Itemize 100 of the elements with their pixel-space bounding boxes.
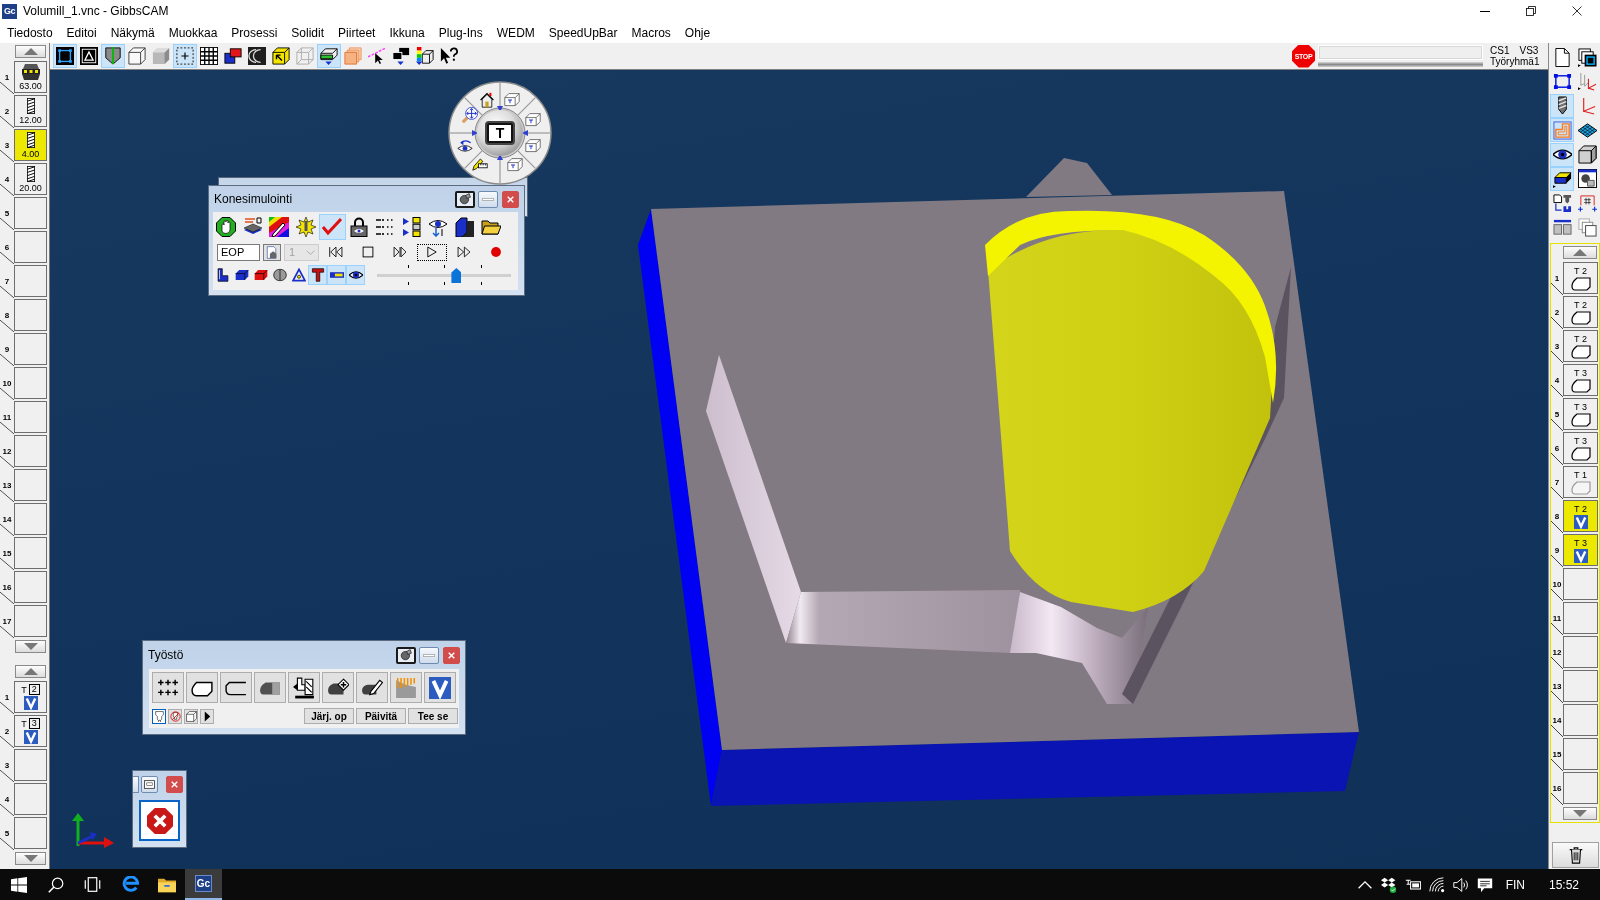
pencil-ruler-icon[interactable]	[472, 155, 488, 171]
toolbar-button[interactable]	[125, 44, 149, 68]
scroll-down-button[interactable]	[1563, 807, 1597, 821]
process-slot[interactable]: T 3	[14, 715, 47, 747]
taskbar-app-button[interactable]: Gc	[185, 869, 222, 900]
menu-item[interactable]: Näkymä	[103, 25, 162, 40]
restore-button[interactable]	[141, 775, 158, 793]
menu-item[interactable]: SpeedUpBar	[541, 25, 625, 40]
menu-item[interactable]: Solidit	[284, 25, 332, 40]
slider-thumb[interactable]	[451, 268, 462, 283]
operation-slot[interactable]: T 3	[1563, 364, 1598, 397]
scroll-up-button[interactable]	[15, 665, 46, 678]
direction-arrow-icon[interactable]	[522, 130, 528, 136]
tool-slot[interactable]: 12.00	[14, 95, 47, 127]
scroll-down-button[interactable]	[15, 640, 46, 653]
slot-number: 8	[1554, 511, 1560, 521]
menu-item[interactable]: Ohje	[677, 25, 718, 40]
operation-slot[interactable]: T 2	[1563, 296, 1598, 329]
toolbar-button[interactable]	[413, 44, 437, 68]
toolbar-button[interactable]	[1575, 166, 1599, 191]
close-button[interactable]	[502, 190, 519, 208]
toolbar-button[interactable]	[1575, 215, 1599, 240]
view-cube-icon[interactable]	[525, 138, 541, 154]
clock[interactable]: 15:52	[1548, 877, 1579, 892]
close-button[interactable]	[443, 646, 460, 664]
small-button[interactable]	[263, 243, 281, 261]
operation-button[interactable]	[254, 672, 286, 703]
pin-button[interactable]	[396, 646, 416, 664]
option-button[interactable]	[200, 708, 214, 724]
operation-button[interactable]	[424, 672, 456, 703]
toggle-button[interactable]	[327, 265, 346, 285]
menu-item[interactable]: Prosessi	[224, 25, 285, 40]
language-indicator[interactable]: FIN	[1505, 877, 1525, 892]
slot-number: 4	[1554, 375, 1560, 385]
operation-slot[interactable]: T 3	[1563, 534, 1598, 567]
playback-button[interactable]	[417, 243, 447, 261]
rotate-eye-icon[interactable]	[457, 138, 473, 154]
toolbar-button[interactable]	[1550, 93, 1574, 118]
operation-button[interactable]	[322, 672, 354, 703]
menu-item[interactable]: WEDM	[489, 25, 542, 40]
scroll-down-button[interactable]	[15, 852, 46, 865]
action-button[interactable]: Järj. op	[304, 708, 354, 724]
toggle-button[interactable]	[346, 265, 365, 285]
operation-slot[interactable]: T 2	[1563, 330, 1598, 363]
toolbar-button[interactable]	[53, 44, 77, 68]
toolbar-button[interactable]	[1550, 142, 1574, 167]
menu-item[interactable]: Tiedosto	[0, 25, 60, 40]
operation-button[interactable]	[220, 672, 252, 703]
toolbar-button[interactable]	[1575, 45, 1599, 69]
operation-button[interactable]	[186, 672, 218, 703]
solid-cube-icon	[152, 47, 170, 65]
action-button[interactable]: Päivitä	[356, 708, 406, 724]
scroll-up-button[interactable]	[1563, 246, 1597, 260]
operation-slot[interactable]: T 3	[1563, 432, 1598, 465]
menu-item[interactable]: Plug-Ins	[431, 25, 490, 40]
option-button[interactable]	[152, 708, 166, 724]
pin-button[interactable]	[455, 190, 475, 208]
view-cube-icon[interactable]	[525, 112, 541, 128]
end-mill-icon	[26, 165, 35, 182]
slot-number: 14	[1552, 715, 1562, 725]
operation-button[interactable]	[288, 672, 320, 703]
position-field[interactable]: EOP	[217, 243, 260, 261]
tool-diameter: 63.00	[19, 80, 42, 91]
toolbar-button[interactable]	[77, 44, 101, 68]
view-cube-icon[interactable]	[504, 92, 520, 108]
direction-arrow-icon[interactable]	[472, 130, 478, 136]
house-icon[interactable]	[479, 92, 495, 108]
toolbar-button[interactable]	[101, 44, 125, 68]
toolbar-button[interactable]	[317, 44, 341, 68]
slot-number: 12	[1552, 647, 1562, 657]
close-button[interactable]	[166, 775, 183, 793]
operation-button[interactable]	[356, 672, 388, 703]
menu-item[interactable]: Editoi	[59, 25, 104, 40]
tool-slot[interactable]: 4.00	[14, 129, 47, 161]
action-button[interactable]: Tee se	[408, 708, 458, 724]
operation-slot[interactable]: T 2	[1563, 262, 1598, 295]
tool-slot[interactable]: 20.00	[14, 163, 47, 195]
operation-slot[interactable]: T 2	[1563, 500, 1598, 533]
folder-icon	[481, 217, 502, 237]
slot-number: 1	[4, 72, 10, 82]
toggle-button[interactable]	[308, 265, 327, 285]
tool-slot[interactable]: 63.00	[14, 61, 47, 93]
toolbar-button[interactable]	[269, 44, 293, 68]
menu-item[interactable]: Macros	[624, 25, 678, 40]
toolbar-button[interactable]	[245, 44, 269, 68]
cancel-button[interactable]	[139, 800, 180, 841]
process-slot[interactable]: T 2	[14, 681, 47, 713]
toolbar-button[interactable]	[1550, 166, 1574, 191]
menu-item[interactable]: Ikkuna	[382, 25, 432, 40]
toolbar-button[interactable]	[1575, 142, 1599, 167]
menu-item[interactable]: Muokkaa	[161, 25, 225, 40]
toolbar-button[interactable]	[197, 44, 221, 68]
operation-button[interactable]	[152, 672, 184, 703]
trash-button[interactable]	[1552, 842, 1599, 869]
view-cube-icon[interactable]	[507, 157, 523, 173]
operation-slot[interactable]: T 3	[1563, 398, 1598, 431]
menu-item[interactable]: Piirteet	[331, 25, 383, 40]
slot-number: 7	[4, 276, 10, 286]
scroll-up-button[interactable]	[15, 45, 46, 58]
magnifier-arrows-icon[interactable]	[462, 107, 478, 123]
